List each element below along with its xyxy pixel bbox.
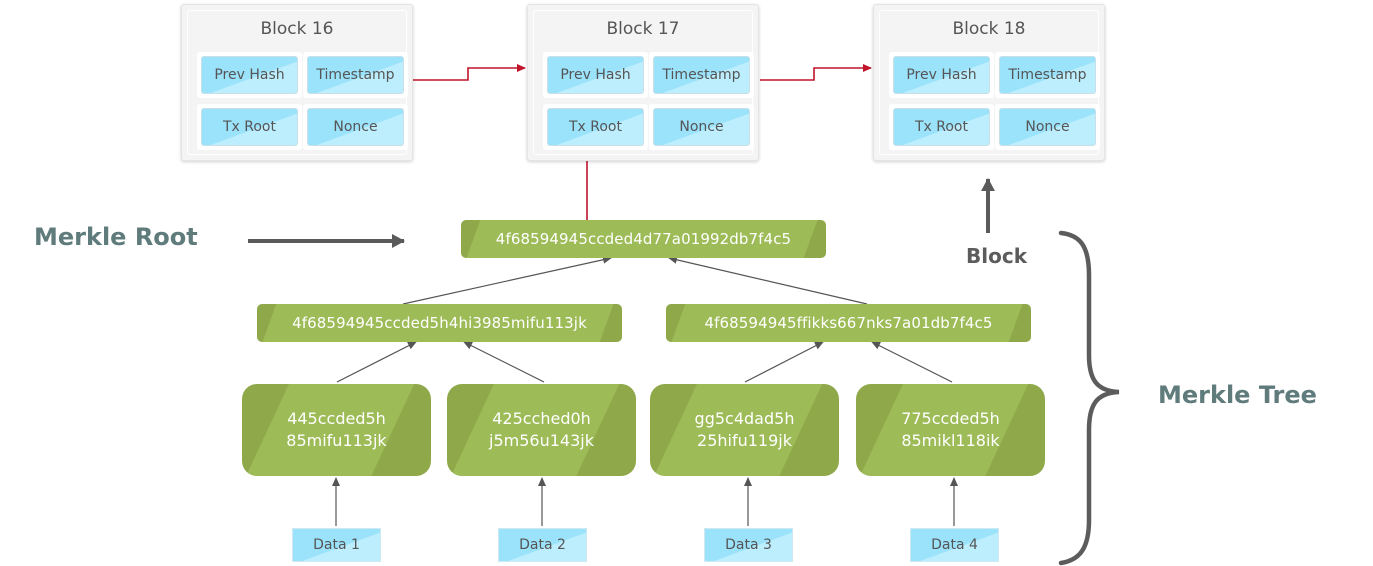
field-timestamp[interactable]: Timestamp [653,56,750,94]
leaf-hash-line: 85mifu113jk [286,431,387,450]
field-tx-root[interactable]: Tx Root [201,108,298,146]
leaf-hash-line: 25hifu119jk [697,431,792,450]
merkle-root-node[interactable]: 4f68594945ccded4d77a01992db7f4c5 [461,220,826,258]
field-tx-root[interactable]: Tx Root [893,108,990,146]
leaf-hash-line: gg5c4dad5h [694,409,795,428]
tree-edge [744,341,824,383]
leaf-hash-line: 425cched0h [492,409,591,428]
block-16[interactable]: Block 16 Prev Hash Timestamp Tx Root Non… [181,4,413,161]
block-title: Block 17 [606,19,680,39]
field-prev-hash[interactable]: Prev Hash [547,56,644,94]
tree-edge [463,341,545,383]
leaf-hash-line: 445ccded5h [287,409,386,428]
leaf-node-1[interactable]: 445ccded5h 85mifu113jk [242,384,431,476]
field-timestamp[interactable]: Timestamp [999,56,1096,94]
field-timestamp[interactable]: Timestamp [307,56,404,94]
tree-edge [336,341,417,383]
leaf-hash-line: 85mikl118ik [901,431,1000,450]
block-label: Block [966,244,1027,268]
leaf-node-4[interactable]: 775ccded5h 85mikl118ik [856,384,1045,476]
field-prev-hash[interactable]: Prev Hash [893,56,990,94]
leaf-hash-line: j5m56u143jk [489,431,594,450]
tree-edge [402,255,612,305]
leaf-hash-line: 775ccded5h [901,409,1000,428]
block-18[interactable]: Block 18 Prev Hash Timestamp Tx Root Non… [873,4,1105,161]
block-title: Block 18 [952,19,1026,39]
data-item-2[interactable]: Data 2 [498,528,587,562]
data-item-1[interactable]: Data 1 [292,528,381,562]
data-item-4[interactable]: Data 4 [910,528,999,562]
tree-edge [871,341,953,383]
leaf-node-3[interactable]: gg5c4dad5h 25hifu119jk [650,384,839,476]
field-nonce[interactable]: Nonce [307,108,404,146]
field-nonce[interactable]: Nonce [653,108,750,146]
field-nonce[interactable]: Nonce [999,108,1096,146]
chain-arrow-17-18 [760,64,872,81]
merkle-root-label: Merkle Root [34,223,198,251]
block-title: Block 16 [260,19,334,39]
tree-edge [668,255,868,305]
intermediate-node-left[interactable]: 4f68594945ccded5h4hi3985mifu113jk [257,304,622,342]
field-prev-hash[interactable]: Prev Hash [201,56,298,94]
merkle-tree-brace [1058,230,1120,566]
block-17[interactable]: Block 17 Prev Hash Timestamp Tx Root Non… [527,4,759,161]
data-item-3[interactable]: Data 3 [704,528,793,562]
intermediate-node-right[interactable]: 4f68594945ffikks667nks7a01db7f4c5 [666,304,1031,342]
chain-arrow-16-17 [413,64,526,81]
merkle-tree-label: Merkle Tree [1158,381,1317,409]
leaf-node-2[interactable]: 425cched0h j5m56u143jk [447,384,636,476]
field-tx-root[interactable]: Tx Root [547,108,644,146]
